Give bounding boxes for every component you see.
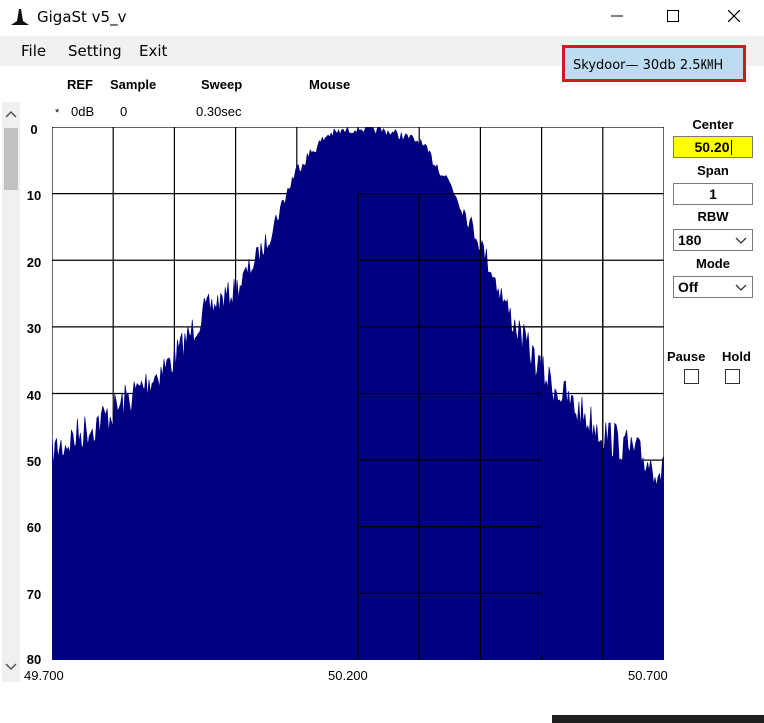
hold-label: Hold [722,349,751,364]
ref-value: 0dB [71,104,95,119]
rbw-label: RBW [697,209,729,224]
scroll-down-icon[interactable] [2,660,20,674]
scroll-thumb[interactable] [4,128,18,190]
sample-label: Sample [110,77,157,92]
x-tick-label: 50.200 [328,668,368,683]
menu-exit[interactable]: Exit [139,42,167,60]
menu-file[interactable]: File [21,42,46,60]
hold-checkbox[interactable] [725,369,740,384]
menu-setting[interactable]: Setting [68,42,122,60]
app-icon [11,9,29,25]
annotation-label: Skydoor— 30db 2.5㏎H [562,45,746,82]
x-tick-label: 49.700 [24,668,64,683]
y-tick-label: 60 [26,520,42,535]
scroll-up-icon[interactable] [2,108,20,122]
y-tick-label: 50 [26,454,42,469]
ref-label: REF [67,77,93,92]
close-button[interactable] [705,0,763,32]
x-tick-label: 50.700 [628,668,668,683]
close-icon [728,10,740,22]
y-tick-label: 40 [26,388,42,403]
span-value: 1 [709,186,717,202]
y-tick-label: 0 [30,122,38,137]
y-tick-label: 70 [26,587,42,602]
minimize-icon [611,15,623,17]
span-input[interactable]: 1 [673,183,753,205]
window-title: GigaSt v5_v [37,8,127,26]
mode-select[interactable]: Off [673,276,753,298]
center-label: Center [692,117,734,132]
sweep-label: Sweep [201,77,243,92]
rbw-select[interactable]: 180 [673,229,753,251]
y-tick-label: 30 [26,321,42,336]
y-tick-label: 10 [26,188,42,203]
ref-marker: * [55,107,60,119]
title-bar: GigaSt v5_v [0,0,764,34]
chevron-down-icon [735,237,747,244]
text-cursor [730,139,732,155]
minimize-button[interactable] [588,0,646,32]
y-tick-label: 80 [26,652,42,667]
mode-label: Mode [696,256,730,271]
center-value: 50.20 [694,139,730,155]
span-label: Span [697,163,729,178]
sample-value: 0 [120,104,128,119]
mouse-label: Mouse [309,77,351,92]
spectrum-plot[interactable] [52,127,664,660]
maximize-icon [667,10,679,22]
mode-value: Off [678,279,699,295]
chevron-down-icon [735,284,747,291]
rbw-value: 180 [678,232,702,248]
center-input[interactable]: 50.20 [673,136,753,158]
vertical-scrollbar[interactable] [2,102,20,682]
maximize-button[interactable] [644,0,702,32]
taskbar-edge [552,715,764,723]
y-tick-label: 20 [26,255,42,270]
pause-checkbox[interactable] [684,369,699,384]
pause-label: Pause [667,349,706,364]
sweep-value: 0.30sec [196,104,242,119]
